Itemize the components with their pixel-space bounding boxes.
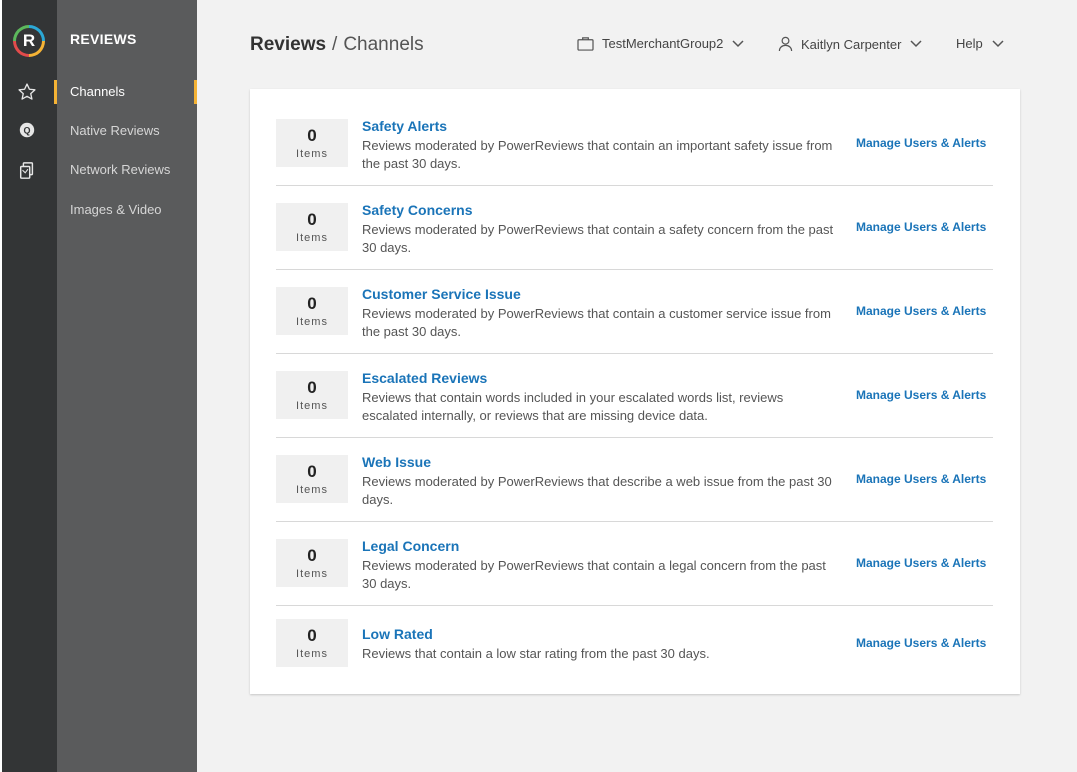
nav-item-channels[interactable]: Channels <box>70 84 125 99</box>
item-count-box: 0 Items <box>276 619 348 667</box>
icon-sidebar: R Q <box>0 0 57 772</box>
briefcase-icon <box>577 36 594 51</box>
channel-description: Reviews moderated by PowerReviews that c… <box>362 306 831 339</box>
item-count-box: 0 Items <box>276 287 348 335</box>
nav-sidebar: REVIEWS Channels Native Reviews Network … <box>54 0 197 772</box>
help-label: Help <box>956 36 983 51</box>
manage-users-alerts-link[interactable]: Manage Users & Alerts <box>856 136 986 150</box>
channel-description: Reviews moderated by PowerReviews that d… <box>362 474 832 507</box>
active-indicator-right <box>194 80 197 104</box>
items-label: Items <box>296 231 328 244</box>
channel-title[interactable]: Safety Alerts <box>362 118 447 134</box>
user-name: Kaitlyn Carpenter <box>801 36 902 52</box>
item-count: 0 <box>307 209 317 229</box>
logo-letter: R <box>16 28 42 54</box>
item-count-box: 0 Items <box>276 119 348 167</box>
items-label: Items <box>296 567 328 580</box>
items-label: Items <box>296 647 328 660</box>
items-label: Items <box>296 147 328 160</box>
active-indicator <box>54 80 57 104</box>
item-count: 0 <box>307 625 317 645</box>
manage-users-alerts-link[interactable]: Manage Users & Alerts <box>856 220 986 234</box>
breadcrumb-channels: Channels <box>343 34 424 55</box>
channel-title[interactable]: Customer Service Issue <box>362 286 521 302</box>
channel-title[interactable]: Safety Concerns <box>362 202 472 218</box>
items-label: Items <box>296 399 328 412</box>
item-count: 0 <box>307 377 317 397</box>
app-brand: REVIEWS <box>70 31 137 47</box>
items-label: Items <box>296 315 328 328</box>
channels-card: 0 Items Safety Alerts Reviews moderated … <box>250 89 1020 694</box>
user-icon <box>778 36 793 52</box>
manage-users-alerts-link[interactable]: Manage Users & Alerts <box>856 388 986 402</box>
channel-row-customer-service-issue: 0 Items Customer Service Issue Reviews m… <box>276 270 993 354</box>
channel-title[interactable]: Web Issue <box>362 454 431 470</box>
item-count: 0 <box>307 461 317 481</box>
help-menu[interactable]: Help <box>956 36 1004 51</box>
user-menu[interactable]: Kaitlyn Carpenter <box>778 36 922 52</box>
items-label: Items <box>296 483 328 496</box>
item-count-box: 0 Items <box>276 455 348 503</box>
manage-users-alerts-link[interactable]: Manage Users & Alerts <box>856 556 986 570</box>
channel-description: Reviews moderated by PowerReviews that c… <box>362 138 833 171</box>
chevron-down-icon <box>992 39 1004 48</box>
item-count-box: 0 Items <box>276 203 348 251</box>
documents-icon[interactable] <box>16 160 38 182</box>
channel-title[interactable]: Legal Concern <box>362 538 459 554</box>
channel-description: Reviews that contain words included in y… <box>362 390 784 423</box>
svg-text:Q: Q <box>23 126 30 136</box>
chevron-down-icon <box>910 40 922 48</box>
channel-row-low-rated: 0 Items Low Rated Reviews that contain a… <box>276 606 993 690</box>
nav-item-network-reviews[interactable]: Network Reviews <box>70 162 170 177</box>
star-icon[interactable] <box>16 81 38 103</box>
channel-title[interactable]: Low Rated <box>362 626 433 642</box>
merchant-selector[interactable]: TestMerchantGroup2 <box>577 36 744 51</box>
channel-description: Reviews moderated by PowerReviews that c… <box>362 222 834 255</box>
item-count-box: 0 Items <box>276 539 348 587</box>
manage-users-alerts-link[interactable]: Manage Users & Alerts <box>856 636 986 650</box>
item-count: 0 <box>307 125 317 145</box>
item-count: 0 <box>307 545 317 565</box>
channel-row-escalated-reviews: 0 Items Escalated Reviews Reviews that c… <box>276 354 993 438</box>
channel-row-legal-concern: 0 Items Legal Concern Reviews moderated … <box>276 522 993 606</box>
breadcrumb: Reviews / Channels <box>250 34 424 56</box>
item-count: 0 <box>307 293 317 313</box>
manage-users-alerts-link[interactable]: Manage Users & Alerts <box>856 472 986 486</box>
chevron-down-icon <box>732 39 744 48</box>
channel-row-web-issue: 0 Items Web Issue Reviews moderated by P… <box>276 438 993 522</box>
channel-description: Reviews that contain a low star rating f… <box>362 646 710 661</box>
nav-item-native-reviews[interactable]: Native Reviews <box>70 123 160 138</box>
nav-item-images-video[interactable]: Images & Video <box>70 202 162 217</box>
channel-description: Reviews moderated by PowerReviews that c… <box>362 558 826 591</box>
merchant-name: TestMerchantGroup2 <box>602 36 724 51</box>
questions-icon[interactable]: Q <box>16 119 38 141</box>
breadcrumb-reviews[interactable]: Reviews <box>250 34 326 55</box>
item-count-box: 0 Items <box>276 371 348 419</box>
manage-users-alerts-link[interactable]: Manage Users & Alerts <box>856 304 986 318</box>
channel-title[interactable]: Escalated Reviews <box>362 370 487 386</box>
app-logo[interactable]: R <box>13 25 45 57</box>
channel-row-safety-alerts: 0 Items Safety Alerts Reviews moderated … <box>276 102 993 186</box>
breadcrumb-separator: / <box>332 34 338 55</box>
channel-row-safety-concerns: 0 Items Safety Concerns Reviews moderate… <box>276 186 993 270</box>
